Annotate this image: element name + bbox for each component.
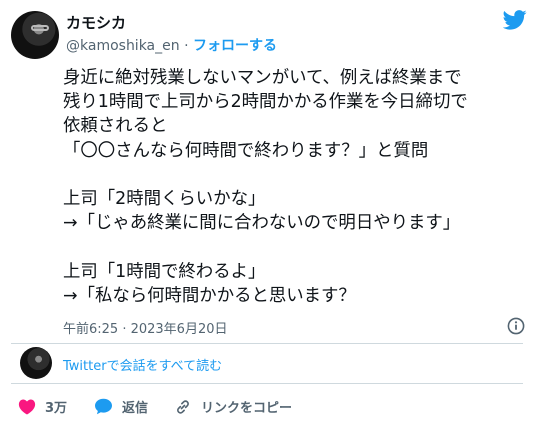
action-bar: 3万 返信 リンクをコピー xyxy=(0,389,534,421)
tweet-card: カモシカ @kamoshika_en · フォローする 身近に絶対残業しないマン… xyxy=(0,0,534,421)
like-count: 3万 xyxy=(45,401,68,416)
tweet-line: 残り1時間で上司から2時間かかる作業を今日締切で xyxy=(63,92,468,113)
tweet-timestamp[interactable]: 午前6:25 · 2023年6月20日 xyxy=(63,318,228,337)
follow-button[interactable]: フォローする xyxy=(193,38,277,54)
tweet-line: 依頼されると xyxy=(63,116,168,137)
tweet-line: 上司「2時間くらいかな」 xyxy=(63,189,266,209)
author-name[interactable]: カモシカ xyxy=(66,12,126,33)
reply-button[interactable]: 返信 xyxy=(94,397,148,416)
tweet-line xyxy=(63,163,529,187)
like-button[interactable]: 3万 xyxy=(18,397,67,416)
tweet-line: 身近に絶対残業しないマンがいて、例えば終業まで xyxy=(63,68,462,88)
tweet-line: →「じゃあ終業に間に合わないので明日やります」 xyxy=(63,213,461,234)
author-handle-row: @kamoshika_en · フォローする xyxy=(66,35,277,55)
author-handle[interactable]: @kamoshika_en xyxy=(66,38,180,54)
info-icon[interactable] xyxy=(507,317,525,335)
copy-link-button[interactable]: リンクをコピー xyxy=(174,397,292,416)
heart-icon xyxy=(18,399,36,415)
tweet-line: →「私なら何時間かかると思います？ xyxy=(63,285,356,306)
reply-label: 返信 xyxy=(122,401,149,416)
conversation-avatar xyxy=(20,347,52,379)
reply-bubble-icon xyxy=(95,398,112,415)
tweet-line xyxy=(63,235,529,259)
tweet-line: 上司「1時間で終わるよ」 xyxy=(63,261,266,282)
tweet-line: 「〇〇さんなら何時間で終わります？」と質問 xyxy=(63,140,429,161)
handle-separator: · xyxy=(184,38,189,54)
avatar-glasses xyxy=(31,25,49,31)
author-avatar[interactable] xyxy=(11,11,59,59)
divider xyxy=(11,343,523,344)
read-conversation-link[interactable]: Twitterで会話をすべて読む xyxy=(63,355,222,374)
copy-link-label: リンクをコピー xyxy=(201,401,293,416)
tweet-body: 身近に絶対残業しないマンがいて、例えば終業まで 残り1時間で上司から2時間かかる… xyxy=(63,66,529,308)
link-icon xyxy=(177,399,189,414)
twitter-bird-icon[interactable] xyxy=(503,10,527,30)
divider xyxy=(11,383,523,384)
